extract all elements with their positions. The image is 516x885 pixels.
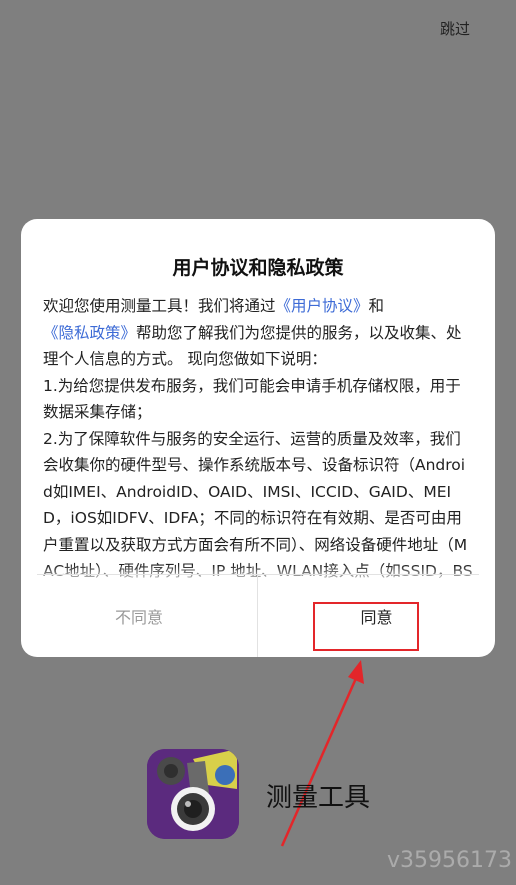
watermark: v35956173 <box>387 848 512 873</box>
app-name: 测量工具 <box>266 783 371 813</box>
app-icon <box>147 749 239 839</box>
annotation-arrow-icon <box>280 660 364 847</box>
